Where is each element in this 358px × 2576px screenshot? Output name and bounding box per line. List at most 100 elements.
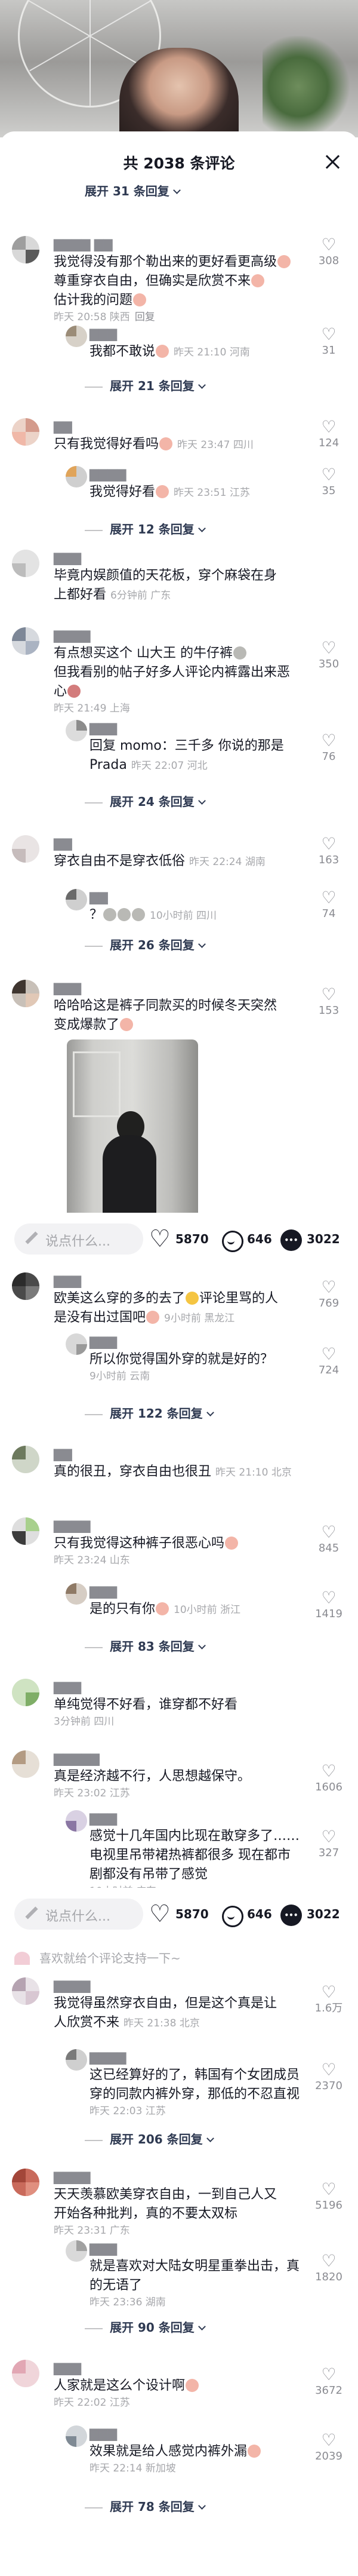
avatar[interactable]	[12, 550, 39, 577]
avatar[interactable]	[12, 1272, 39, 1300]
comment-photo[interactable]	[67, 1039, 198, 1219]
username[interactable]: ▇▇	[54, 418, 316, 435]
username[interactable]: ▇▇▇	[54, 2360, 316, 2376]
comment-button[interactable]: 3022	[280, 1226, 340, 1252]
avatar[interactable]	[12, 236, 39, 263]
expand-replies-button[interactable]: 展开 26 条回复	[85, 936, 206, 953]
username[interactable]: ▇▇▇▇	[54, 627, 316, 644]
expand-replies-button[interactable]: 展开 122 条回复	[85, 1404, 214, 1421]
avatar[interactable]	[66, 326, 87, 347]
avatar[interactable]	[66, 2425, 87, 2447]
like-button[interactable]: ♡ 163	[314, 835, 344, 867]
video-preview[interactable]	[0, 0, 358, 137]
like-button[interactable]: ♡ 124	[314, 418, 344, 450]
expand-replies-button[interactable]: 展开 83 条回复	[85, 1637, 206, 1654]
expand-replies-button[interactable]: 展开 12 条回复	[85, 520, 206, 537]
username[interactable]: ▇▇▇	[54, 1679, 316, 1695]
like-button[interactable]: ♡ 724	[314, 1345, 344, 1378]
username[interactable]: ▇▇▇▇	[90, 466, 316, 483]
username[interactable]: ▇▇	[90, 889, 316, 906]
heart-icon: ♡	[321, 2365, 337, 2384]
avatar[interactable]	[12, 980, 39, 1007]
avatar[interactable]	[66, 2240, 87, 2262]
username[interactable]: ▇▇▇	[54, 550, 316, 566]
collect-icon	[221, 1229, 243, 1252]
like-button[interactable]: ♡ 327	[314, 1828, 344, 1860]
like-button[interactable]: ♡ 1.6万	[314, 1983, 344, 2016]
like-button[interactable]: ♡ 76	[314, 732, 344, 764]
comment-text: 我都不敢说 昨天 21:10 河南	[90, 344, 250, 359]
expand-replies-button[interactable]: 展开 78 条回复	[85, 2497, 206, 2514]
emoji-icon	[156, 1602, 169, 1615]
avatar[interactable]	[12, 418, 39, 446]
collect-button[interactable]: 646	[221, 1901, 272, 1927]
like-button[interactable]: ♡ 153	[314, 986, 344, 1018]
expand-replies-button[interactable]: 展开 206 条回复	[85, 2130, 214, 2147]
like-button[interactable]: ♡ 1820	[314, 2252, 344, 2284]
reply-button[interactable]: 回复	[135, 311, 155, 323]
avatar[interactable]	[66, 2049, 87, 2071]
username[interactable]: ▇▇▇▇▇	[54, 1750, 316, 1767]
avatar[interactable]	[12, 1750, 39, 1778]
username[interactable]: ▇▇▇▇ ▇▇	[54, 236, 316, 253]
comment-input[interactable]: 说点什么...	[14, 1899, 143, 1930]
username[interactable]: ▇▇▇▇	[90, 2049, 316, 2066]
username[interactable]: ▇▇▇	[90, 2425, 316, 2442]
collect-icon	[221, 1905, 243, 1927]
username[interactable]: ▇▇▇	[90, 1333, 316, 1350]
like-button[interactable]: ♡ 31	[314, 326, 344, 358]
collect-button[interactable]: 646	[221, 1226, 272, 1252]
like-button[interactable]: ♡ 74	[314, 889, 344, 921]
comment-header: 共 2038 条评论	[0, 143, 358, 179]
emoji-icon	[118, 908, 131, 921]
avatar[interactable]	[66, 1583, 87, 1605]
comment-button[interactable]: 3022	[280, 1901, 340, 1927]
avatar[interactable]	[12, 2169, 39, 2196]
like-button[interactable]: ♡ 5196	[314, 2181, 344, 2213]
username[interactable]: ▇▇▇	[54, 980, 316, 996]
avatar[interactable]	[12, 1517, 39, 1545]
avatar[interactable]	[12, 1446, 39, 1473]
like-button[interactable]: ♡ 3672	[314, 2366, 344, 2398]
avatar[interactable]	[66, 889, 87, 910]
expand-replies-button[interactable]: 展开 21 条回复	[85, 376, 206, 394]
expand-replies-button[interactable]: 展开 24 条回复	[85, 792, 206, 809]
like-button[interactable]: ♡ 2039	[314, 2431, 344, 2464]
avatar[interactable]	[12, 627, 39, 655]
like-button[interactable]: ♡ 35	[314, 466, 344, 498]
username[interactable]: ▇▇▇	[90, 2240, 316, 2257]
like-button[interactable]: ♡ 1606	[314, 1762, 344, 1795]
username[interactable]: ▇▇▇▇	[54, 1517, 316, 1534]
avatar[interactable]	[66, 466, 87, 487]
avatar[interactable]	[12, 835, 39, 863]
avatar[interactable]	[66, 1333, 87, 1355]
avatar[interactable]	[66, 1810, 87, 1832]
comment-input[interactable]: 说点什么...	[14, 1223, 143, 1255]
username[interactable]: ▇▇▇▇	[54, 2169, 316, 2185]
expand-replies-button[interactable]: 展开 90 条回复	[85, 2318, 206, 2335]
like-button[interactable]: ♡ 308	[314, 236, 344, 268]
username[interactable]: ▇▇▇	[90, 1583, 316, 1600]
avatar[interactable]	[12, 1977, 39, 2005]
emoji-icon	[103, 908, 117, 921]
like-button[interactable]: ♡ 2370	[314, 2061, 344, 2093]
avatar[interactable]	[12, 2360, 39, 2387]
like-button[interactable]: ♡ 769	[314, 1278, 344, 1311]
emoji-icon	[248, 2445, 261, 2458]
expand-replies-button[interactable]: 展开 31 条回复	[85, 182, 181, 199]
username[interactable]: ▇▇▇	[90, 720, 316, 737]
username[interactable]: ▇▇	[54, 835, 316, 852]
username[interactable]: ▇▇	[54, 1446, 316, 1462]
username[interactable]: ▇▇▇	[90, 326, 316, 342]
like-post-button[interactable]: 5870	[149, 1226, 209, 1252]
username[interactable]: ▇▇▇	[90, 1810, 316, 1827]
avatar[interactable]	[66, 720, 87, 741]
like-post-button[interactable]: 5870	[149, 1901, 209, 1927]
like-button[interactable]: ♡ 350	[314, 639, 344, 671]
username[interactable]: ▇▇▇	[54, 1272, 316, 1289]
avatar[interactable]	[12, 1679, 39, 1706]
close-icon[interactable]	[323, 153, 341, 171]
like-button[interactable]: ♡ 845	[314, 1523, 344, 1556]
like-button[interactable]: ♡ 1419	[314, 1589, 344, 1621]
username[interactable]: ▇▇▇▇	[54, 1977, 316, 1994]
